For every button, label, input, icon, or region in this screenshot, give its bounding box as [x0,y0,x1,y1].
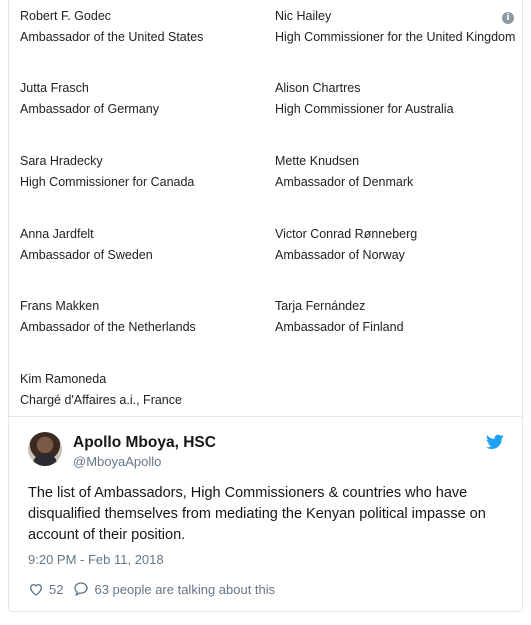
official-title: Chargé d'Affaires a.i., France [20,393,182,407]
comment-icon[interactable] [73,581,89,597]
tweet-text: The list of Ambassadors, High Commission… [28,485,486,543]
official-entry: Alison Chartres High Commissioner for Au… [275,78,454,120]
tweet-image[interactable]: i Robert F. Godec Ambassador of the Unit… [9,0,522,417]
avatar[interactable] [28,432,62,466]
official-name: Sara Hradecky [20,154,103,168]
official-entry: Jutta Frasch Ambassador of Germany [20,78,159,120]
heart-icon[interactable] [28,581,44,597]
twitter-bird-icon[interactable] [486,434,504,450]
official-name: Robert F. Godec [20,9,112,23]
official-title: Ambassador of the United States [20,30,204,44]
official-title: High Commissioner for Australia [275,102,454,116]
official-name: Alison Chartres [275,81,361,95]
official-name: Jutta Frasch [20,81,89,95]
like-count[interactable]: 52 [49,582,63,597]
official-entry: Robert F. Godec Ambassador of the United… [20,6,203,48]
official-title: Ambassador of Norway [275,248,405,262]
official-title: Ambassador of Finland [275,320,404,334]
official-name: Anna Jardfelt [20,227,94,241]
official-entry: Tarja Fernández Ambassador of Finland [275,296,404,338]
author-handle[interactable]: @MboyaApollo [73,454,161,469]
official-title: High Commissioner for the United Kingdom [275,30,516,44]
tweet-body: Apollo Mboya, HSC @MboyaApollo The list … [9,417,522,611]
official-name: Tarja Fernández [275,299,366,313]
embedded-tweet-card: i Robert F. Godec Ambassador of the Unit… [8,0,523,612]
official-entry: Anna Jardfelt Ambassador of Sweden [20,224,153,266]
official-name: Frans Makken [20,299,100,313]
official-title: High Commissioner for Canada [20,175,195,189]
talking-count[interactable]: 63 people are talking about this [94,582,275,597]
official-name: Victor Conrad Rønneberg [275,227,418,241]
author-name[interactable]: Apollo Mboya, HSC [73,434,216,452]
official-name: Mette Knudsen [275,154,360,168]
official-entry: Nic Hailey High Commissioner for the Uni… [275,6,515,48]
official-name: Nic Hailey [275,9,332,23]
tweet-actions: 52 63 people are talking about this [28,580,275,598]
official-title: Ambassador of Denmark [275,175,414,189]
official-entry: Mette Knudsen Ambassador of Denmark [275,151,413,193]
official-entry: Victor Conrad Rønneberg Ambassador of No… [275,224,417,266]
official-title: Ambassador of the Netherlands [20,320,196,334]
official-entry: Frans Makken Ambassador of the Netherlan… [20,296,196,338]
official-entry: Kim Ramoneda Chargé d'Affaires a.i., Fra… [20,369,182,411]
official-title: Ambassador of Germany [20,102,159,116]
official-entry: Sara Hradecky High Commissioner for Cana… [20,151,194,193]
official-title: Ambassador of Sweden [20,248,153,262]
official-name: Kim Ramoneda [20,372,107,386]
tweet-timestamp[interactable]: 9:20 PM - Feb 11, 2018 [28,552,164,567]
